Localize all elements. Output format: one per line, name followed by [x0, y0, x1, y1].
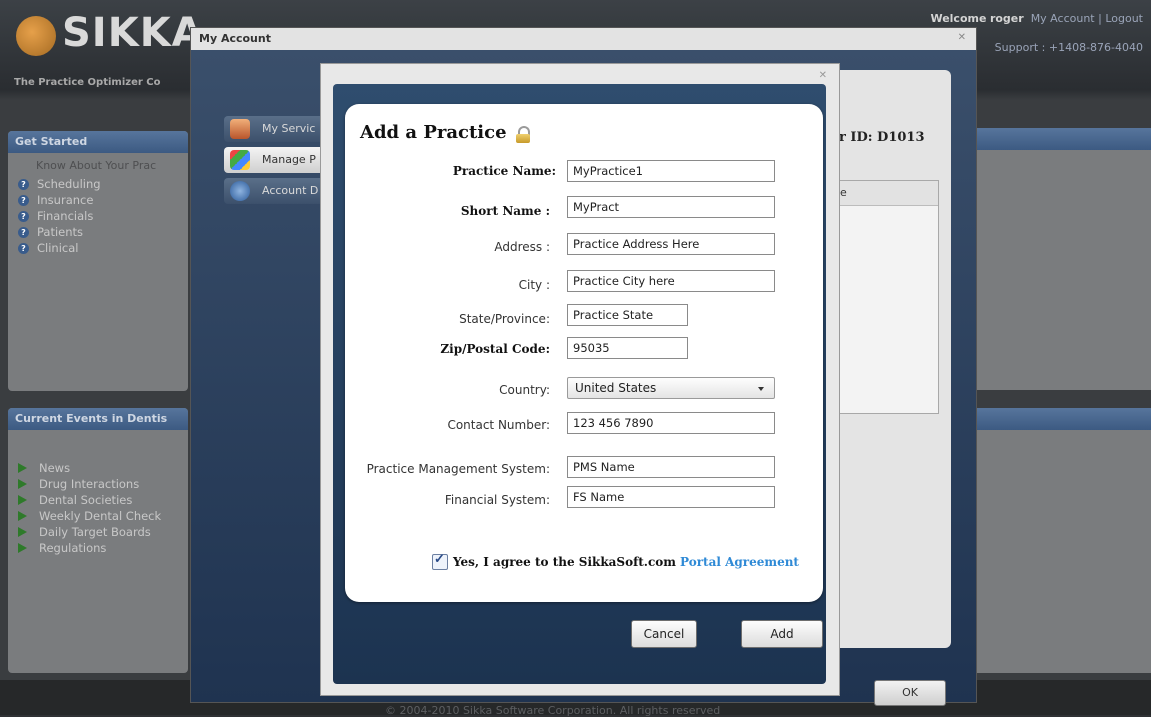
- help-icon: ?: [18, 242, 29, 254]
- arrow-right-icon: [18, 543, 27, 553]
- ok-button[interactable]: OK: [874, 680, 946, 706]
- zip-input[interactable]: [567, 337, 688, 359]
- list-item[interactable]: Drug Interactions: [18, 476, 188, 492]
- logo-emblem-icon: [16, 16, 56, 56]
- my-account-link[interactable]: My Account: [1031, 12, 1095, 25]
- tagline: The Practice Optimizer Co: [14, 77, 161, 88]
- pms-label: Practice Management System:: [366, 462, 550, 476]
- right-panel-bottom: [975, 408, 1151, 673]
- sikka-logo: SIKKA: [16, 10, 203, 62]
- arrow-right-icon: [18, 463, 27, 473]
- short-name-input[interactable]: [567, 196, 775, 218]
- country-label: Country:: [499, 383, 550, 397]
- arrow-right-icon: [18, 511, 27, 521]
- support-phone: Support : +1408-876-4040: [994, 41, 1143, 54]
- add-practice-form: Add a Practice Practice Name: Short Name…: [345, 104, 823, 602]
- current-events-title: Current Events in Dentis: [8, 408, 188, 430]
- arrow-right-icon: [18, 495, 27, 505]
- pms-input[interactable]: [567, 456, 775, 478]
- help-icon: ?: [18, 226, 29, 238]
- close-icon[interactable]: ✕: [819, 70, 827, 81]
- country-selected: United States: [575, 381, 657, 395]
- welcome-prefix: Welcome: [930, 12, 987, 25]
- help-icon: ?: [18, 210, 29, 222]
- practice-name-label: Practice Name:: [452, 164, 556, 178]
- right-panel-top: [975, 128, 1151, 390]
- contact-label: Contact Number:: [447, 418, 550, 432]
- fs-input[interactable]: [567, 486, 775, 508]
- separator: |: [1098, 12, 1102, 25]
- address-label: Address :: [494, 240, 550, 254]
- nav-manage-practices[interactable]: Manage P: [224, 147, 324, 173]
- info-icon: [230, 181, 250, 201]
- arrow-right-icon: [18, 527, 27, 537]
- cancel-button[interactable]: Cancel: [631, 620, 697, 648]
- list-item[interactable]: Weekly Dental Check: [18, 508, 188, 524]
- list-item[interactable]: Daily Target Boards: [18, 524, 188, 540]
- get-started-title: Get Started: [8, 131, 188, 153]
- list-item[interactable]: ? Insurance: [18, 192, 188, 208]
- logo-text: SIKKA: [62, 10, 204, 56]
- welcome-user: roger: [989, 12, 1024, 25]
- arrow-right-icon: [18, 479, 27, 489]
- nav-account-details[interactable]: Account D: [224, 178, 324, 204]
- state-label: State/Province:: [459, 312, 550, 326]
- account-id: r ID: D1013: [839, 130, 925, 145]
- contact-input[interactable]: [567, 412, 775, 434]
- city-label: City :: [518, 278, 550, 292]
- current-events-panel: Current Events in Dentis News Drug Inter…: [8, 408, 188, 673]
- get-started-subtitle: Know About Your Prac: [36, 159, 157, 172]
- chevron-down-icon: [758, 387, 764, 391]
- country-dropdown[interactable]: United States: [567, 377, 775, 399]
- right-panel-head: [975, 408, 1151, 430]
- list-item[interactable]: News: [18, 460, 188, 476]
- list-item[interactable]: ? Clinical: [18, 240, 188, 256]
- logout-link[interactable]: Logout: [1105, 12, 1143, 25]
- city-input[interactable]: [567, 270, 775, 292]
- zip-label: Zip/Postal Code:: [440, 342, 550, 356]
- add-practice-dialog: ✕ Add a Practice Practice Name: Short Na…: [320, 63, 840, 696]
- agreement-text: Yes, I agree to the SikkaSoft.com: [453, 555, 676, 569]
- user-icon: [230, 119, 250, 139]
- fs-label: Financial System:: [444, 493, 550, 507]
- add-button[interactable]: Add: [741, 620, 823, 648]
- list-item[interactable]: ? Financials: [18, 208, 188, 224]
- agreement-checkbox[interactable]: ✓: [432, 552, 448, 570]
- portal-agreement-link[interactable]: Portal Agreement: [680, 555, 799, 569]
- welcome-bar: Welcome roger My Account | Logout: [930, 12, 1143, 25]
- right-panel-head: [975, 128, 1151, 150]
- close-icon[interactable]: ✕: [958, 32, 966, 43]
- copyright: © 2004-2010 Sikka Software Corporation. …: [385, 704, 721, 717]
- dialog-title: Add a Practice: [360, 122, 507, 143]
- list-item[interactable]: Regulations: [18, 540, 188, 556]
- my-account-title: My Account: [191, 28, 976, 50]
- check-icon: ✓: [434, 552, 445, 567]
- windows-icon: [230, 150, 250, 170]
- agreement-row: ✓ Yes, I agree to the SikkaSoft.com Port…: [432, 552, 799, 572]
- list-item[interactable]: ? Scheduling: [18, 176, 188, 192]
- help-icon: ?: [18, 178, 29, 190]
- lock-icon: [516, 126, 530, 143]
- current-events-list: News Drug Interactions Dental Societies …: [8, 430, 188, 556]
- short-name-label: Short Name :: [460, 204, 550, 218]
- get-started-list: ? Scheduling ? Insurance ? Financials ? Pati…: [8, 174, 188, 256]
- state-input[interactable]: [567, 304, 688, 326]
- help-icon: ?: [18, 194, 29, 206]
- list-item[interactable]: Dental Societies: [18, 492, 188, 508]
- nav-my-services[interactable]: My Servic: [224, 116, 324, 142]
- practice-name-input[interactable]: [567, 160, 775, 182]
- address-input[interactable]: [567, 233, 775, 255]
- list-item[interactable]: ? Patients: [18, 224, 188, 240]
- get-started-panel: Get Started Know About Your Prac ? Schedu…: [8, 131, 188, 391]
